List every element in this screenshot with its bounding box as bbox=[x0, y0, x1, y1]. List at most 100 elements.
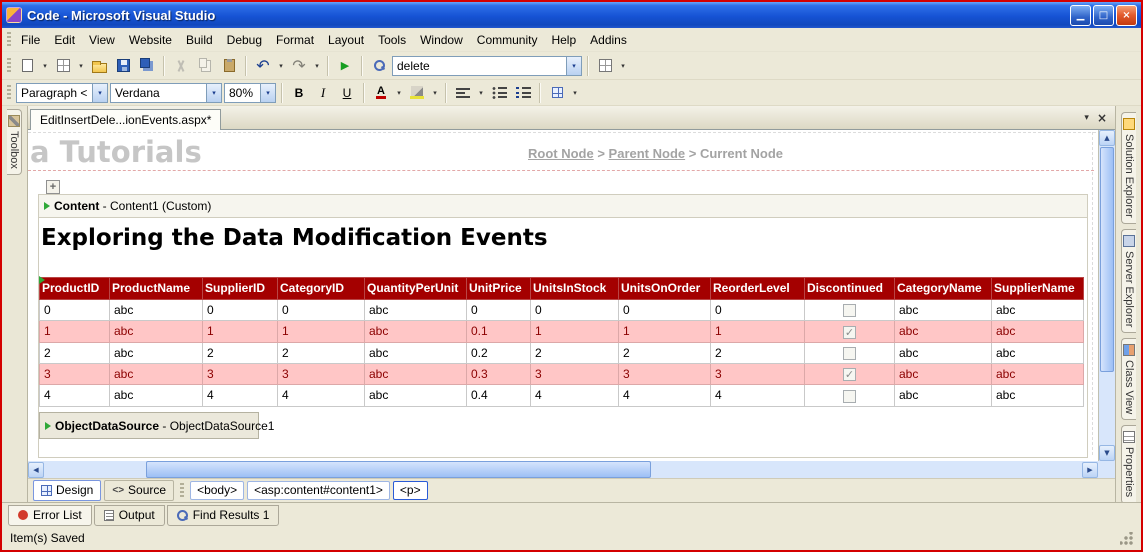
vertical-scrollbar-thumb[interactable] bbox=[1100, 147, 1114, 372]
tab-list-icon[interactable]: ▾ bbox=[1084, 113, 1089, 123]
right-tool-strip: Solution Explorer Server Explorer Class … bbox=[1115, 106, 1141, 502]
gridview-control[interactable]: ProductID ProductName SupplierID Categor… bbox=[39, 277, 1084, 407]
chevron-down-icon[interactable]: ▾ bbox=[40, 55, 50, 77]
grid-cell: 2 bbox=[278, 342, 365, 363]
redo-button[interactable]: ↷ bbox=[288, 55, 310, 77]
document-tab-active[interactable]: EditInsertDele...ionEvents.aspx* bbox=[30, 109, 221, 130]
chevron-down-icon[interactable]: ▾ bbox=[476, 82, 486, 104]
menu-tools[interactable]: Tools bbox=[371, 30, 413, 50]
chevron-down-icon[interactable]: ▾ bbox=[276, 55, 286, 77]
minimize-button[interactable]: ▁ bbox=[1070, 5, 1091, 26]
copy-button[interactable] bbox=[194, 55, 216, 77]
find-in-files-button[interactable] bbox=[368, 55, 390, 77]
menu-build[interactable]: Build bbox=[179, 30, 220, 50]
scroll-left-icon[interactable]: ◀ bbox=[28, 462, 44, 478]
chevron-down-icon[interactable]: ▾ bbox=[430, 82, 440, 104]
smart-tag-icon[interactable] bbox=[44, 202, 50, 210]
scroll-right-icon[interactable]: ▶ bbox=[1082, 462, 1098, 478]
font-size-value[interactable]: 80% bbox=[225, 86, 260, 100]
scroll-down-icon[interactable]: ▼ bbox=[1099, 445, 1115, 461]
breadcrumb-root-link[interactable]: Root Node bbox=[528, 146, 594, 161]
server-explorer-tab[interactable]: Server Explorer bbox=[1121, 229, 1136, 333]
italic-button[interactable]: I bbox=[312, 82, 334, 104]
save-all-button[interactable] bbox=[136, 55, 158, 77]
menu-debug[interactable]: Debug bbox=[220, 30, 269, 50]
menu-website[interactable]: Website bbox=[122, 30, 179, 50]
move-handle[interactable]: + bbox=[46, 180, 60, 194]
menu-community[interactable]: Community bbox=[470, 30, 545, 50]
toolbar-grip[interactable] bbox=[7, 85, 11, 101]
block-format-value[interactable]: Paragraph < bbox=[17, 86, 92, 100]
style-tool-button[interactable] bbox=[594, 55, 616, 77]
horizontal-scrollbar[interactable]: ◀ ▶ bbox=[28, 461, 1098, 478]
bold-button[interactable]: B bbox=[288, 82, 310, 104]
solution-explorer-tab[interactable]: Solution Explorer bbox=[1121, 112, 1136, 224]
open-file-button[interactable] bbox=[88, 55, 110, 77]
toolbar-overflow-icon[interactable]: ▾ bbox=[618, 55, 628, 77]
undo-button[interactable]: ↶ bbox=[252, 55, 274, 77]
class-view-tab[interactable]: Class View bbox=[1121, 338, 1136, 420]
bullet-list-button[interactable] bbox=[488, 82, 510, 104]
chevron-down-icon[interactable]: ▾ bbox=[312, 55, 322, 77]
chevron-down-icon[interactable]: ▾ bbox=[394, 82, 404, 104]
breadcrumb-parent-link[interactable]: Parent Node bbox=[609, 146, 686, 161]
chevron-down-icon[interactable]: ▾ bbox=[76, 55, 86, 77]
highlight-button[interactable] bbox=[406, 82, 428, 104]
grid-cell: 3 bbox=[711, 363, 805, 384]
font-color-button[interactable]: A bbox=[370, 82, 392, 104]
maximize-button[interactable]: □ bbox=[1093, 5, 1114, 26]
align-button[interactable] bbox=[452, 82, 474, 104]
add-item-button[interactable] bbox=[52, 55, 74, 77]
resize-grip[interactable] bbox=[1120, 532, 1133, 545]
font-name-value[interactable]: Verdana bbox=[111, 86, 206, 100]
scroll-up-icon[interactable]: ▲ bbox=[1099, 130, 1115, 146]
chevron-down-icon[interactable]: ▾ bbox=[260, 84, 275, 102]
search-combobox-value[interactable]: delete bbox=[393, 59, 566, 73]
vertical-scrollbar[interactable]: ▲ ▼ bbox=[1098, 130, 1115, 461]
font-size-combobox[interactable]: 80% ▾ bbox=[224, 83, 276, 103]
output-tab[interactable]: Output bbox=[94, 505, 165, 526]
design-view-button[interactable]: Design bbox=[33, 480, 101, 501]
underline-button[interactable]: U bbox=[336, 82, 358, 104]
numbered-list-button[interactable] bbox=[512, 82, 534, 104]
toolbar-overflow-icon[interactable]: ▾ bbox=[570, 82, 580, 104]
css-style-button[interactable] bbox=[546, 82, 568, 104]
menu-format[interactable]: Format bbox=[269, 30, 321, 50]
block-format-combobox[interactable]: Paragraph < ▾ bbox=[16, 83, 108, 103]
close-document-icon[interactable]: × bbox=[1097, 111, 1107, 125]
cut-button[interactable] bbox=[170, 55, 192, 77]
tag-navigator-p[interactable]: <p> bbox=[393, 481, 428, 500]
objectdatasource-control[interactable]: ObjectDataSource - ObjectDataSource1 bbox=[39, 412, 259, 439]
menu-addins[interactable]: Addins bbox=[583, 30, 634, 50]
menu-file[interactable]: File bbox=[14, 30, 47, 50]
horizontal-scrollbar-thumb[interactable] bbox=[146, 461, 651, 478]
close-button[interactable]: × bbox=[1116, 5, 1137, 26]
menu-help[interactable]: Help bbox=[544, 30, 583, 50]
source-view-button[interactable]: <> Source bbox=[104, 480, 174, 501]
save-button[interactable] bbox=[112, 55, 134, 77]
chevron-down-icon[interactable]: ▾ bbox=[206, 84, 221, 102]
content-placeholder-header[interactable]: Content - Content1 (Custom) bbox=[39, 195, 1087, 218]
toolbar-grip[interactable] bbox=[7, 58, 11, 74]
properties-tab[interactable]: Properties bbox=[1121, 425, 1136, 503]
chevron-down-icon[interactable]: ▾ bbox=[566, 57, 581, 75]
design-canvas[interactable]: a Tutorials Root Node > Parent Node > Cu… bbox=[28, 130, 1098, 461]
tag-navigator-content[interactable]: <asp:content#content1> bbox=[247, 481, 390, 500]
menu-layout[interactable]: Layout bbox=[321, 30, 371, 50]
find-results-tab[interactable]: Find Results 1 bbox=[167, 505, 280, 526]
chevron-down-icon[interactable]: ▾ bbox=[92, 84, 107, 102]
error-list-tab[interactable]: Error List bbox=[8, 505, 92, 526]
paste-button[interactable] bbox=[218, 55, 240, 77]
toolbox-tab[interactable]: Toolbox bbox=[7, 109, 22, 175]
menu-window[interactable]: Window bbox=[413, 30, 470, 50]
smart-tag-icon[interactable] bbox=[39, 276, 45, 284]
smart-tag-icon[interactable] bbox=[45, 422, 51, 430]
toolbar-grip[interactable] bbox=[7, 32, 11, 48]
tag-navigator-body[interactable]: <body> bbox=[190, 481, 244, 500]
menu-view[interactable]: View bbox=[82, 30, 122, 50]
menu-edit[interactable]: Edit bbox=[47, 30, 82, 50]
font-name-combobox[interactable]: Verdana ▾ bbox=[110, 83, 222, 103]
start-debugging-button[interactable]: ▶ bbox=[334, 55, 356, 77]
new-file-button[interactable] bbox=[16, 55, 38, 77]
search-combobox[interactable]: delete ▾ bbox=[392, 56, 582, 76]
